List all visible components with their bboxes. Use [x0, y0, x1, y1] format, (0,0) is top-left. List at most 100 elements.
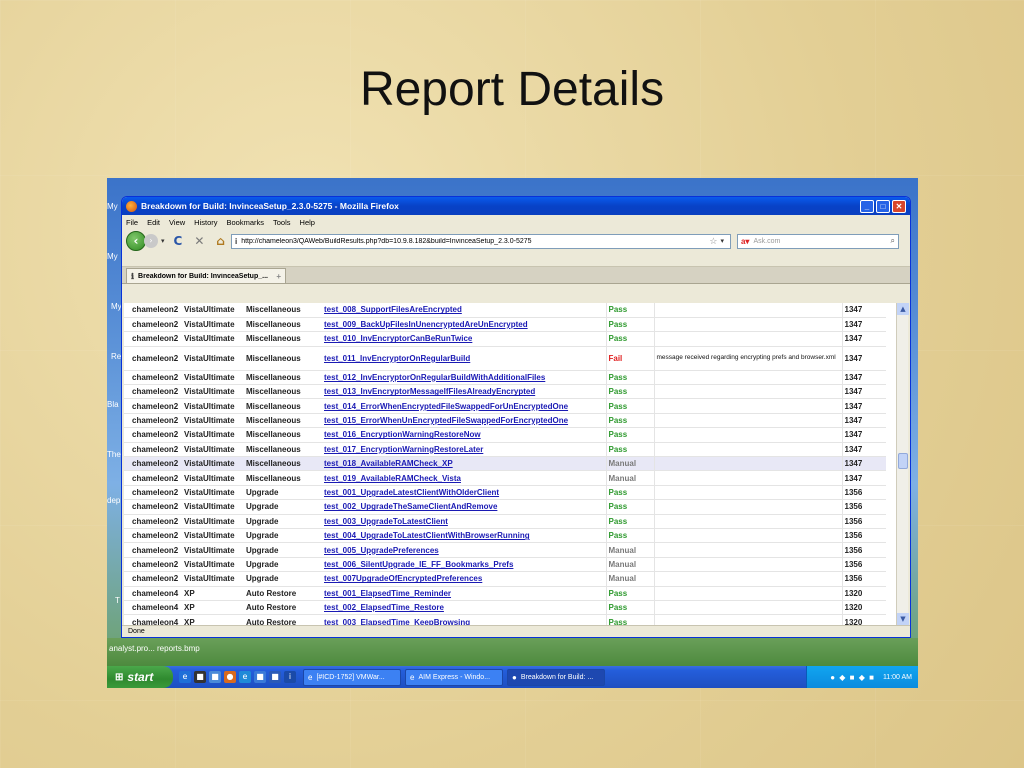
menu-bookmarks[interactable]: Bookmarks	[227, 218, 265, 227]
quick-launch-app-icon[interactable]: ■	[209, 671, 221, 683]
search-icon[interactable]: ⌕	[891, 236, 895, 246]
forward-icon[interactable]: ›	[144, 234, 158, 248]
test-link[interactable]: test_001_ElapsedTime_Reminder	[324, 589, 451, 598]
search-input[interactable]: a▾ Ask.com ⌕	[736, 233, 899, 249]
bookmark-star-icon[interactable]: ☆	[709, 236, 717, 247]
cell-host: chameleon2	[124, 303, 182, 318]
test-link[interactable]: test_012_InvEncryptorOnRegularBuildWithA…	[324, 373, 545, 382]
test-link[interactable]: test_002_ElapsedTime_Restore	[324, 603, 444, 612]
test-link[interactable]: test_017_EncryptionWarningRestoreLater	[324, 445, 483, 454]
tab-breakdown[interactable]: ℹ Breakdown for Build: InvinceaSetup_...…	[126, 268, 286, 283]
window-titlebar[interactable]: Breakdown for Build: InvinceaSetup_2.3.0…	[122, 197, 910, 215]
test-link[interactable]: test_003_ElapsedTime_KeepBrowsing	[324, 618, 470, 626]
menu-file[interactable]: File	[126, 218, 138, 227]
quick-launch-info-icon[interactable]: i	[284, 671, 296, 683]
cell-os: VistaUltimate	[182, 499, 244, 515]
menu-help[interactable]: Help	[300, 218, 315, 227]
task-button-firefox[interactable]: ● Breakdown for Build: ...	[507, 668, 605, 686]
cell-build: 1347	[841, 398, 886, 414]
test-link[interactable]: test_003_UpgradeToLatestClient	[324, 517, 448, 526]
url-dropdown-icon[interactable]: ▾	[720, 237, 724, 245]
quick-launch-ie-icon[interactable]: e	[179, 671, 191, 683]
minimize-button[interactable]: _	[860, 199, 874, 213]
tray-icons[interactable]: ● ◆ ■ ◆ ■	[830, 673, 875, 682]
new-tab-icon[interactable]: +	[276, 272, 281, 281]
maximize-button[interactable]: □	[876, 199, 890, 213]
desktop-icon-label: My	[107, 202, 118, 211]
site-info-icon[interactable]: i	[235, 237, 237, 246]
cell-build: 1320	[841, 600, 886, 616]
task-button-aim[interactable]: e AIM Express - Windo...	[405, 668, 503, 686]
test-link[interactable]: test_011_InvEncryptorOnRegularBuild	[324, 354, 470, 363]
start-button[interactable]: ⊞ start	[107, 666, 173, 688]
cell-os: VistaUltimate	[182, 370, 244, 386]
table-row: chameleon2 VistaUltimate Miscellaneous test…	[124, 346, 886, 371]
cell-host: chameleon2	[124, 571, 182, 587]
cell-test: test_009_BackUpFilesInUnencryptedAreUnEn…	[322, 317, 606, 333]
history-dropdown-icon[interactable]: ▾	[161, 237, 165, 245]
cell-host: chameleon2	[124, 542, 182, 558]
system-tray: ● ◆ ■ ◆ ■ 11:00 AM	[806, 666, 918, 688]
cell-result: Pass	[605, 413, 654, 429]
vertical-scrollbar[interactable]: ▲ ▼	[896, 303, 909, 625]
test-link[interactable]: test_005_UpgradePreferences	[324, 546, 439, 555]
firefox-icon: ●	[512, 672, 517, 682]
menu-tools[interactable]: Tools	[273, 218, 291, 227]
cell-os: VistaUltimate	[182, 398, 244, 414]
table-row: chameleon4 XP Auto Restore test_003_Elapsed…	[124, 614, 886, 626]
desktop-screenshot: My My My Re Bla The dep T analyst.pro...…	[107, 178, 918, 688]
menu-bar: File Edit View History Bookmarks Tools H…	[122, 215, 910, 229]
reload-icon[interactable]: C	[174, 234, 183, 248]
test-link[interactable]: test_018_AvailableRAMCheck_XP	[324, 459, 453, 468]
quick-launch-firefox-icon[interactable]: ●	[224, 671, 236, 683]
scroll-down-icon[interactable]: ▼	[897, 613, 909, 625]
cell-test: test_001_ElapsedTime_Reminder	[322, 586, 606, 601]
test-link[interactable]: test_019_AvailableRAMCheck_Vista	[324, 474, 461, 483]
test-link[interactable]: test_015_ErrorWhenUnEncryptedFileSwapped…	[324, 416, 568, 425]
test-link[interactable]: test_010_InvEncryptorCanBeRunTwice	[324, 334, 472, 343]
back-icon[interactable]: ‹	[126, 231, 146, 251]
quick-launch-app-icon[interactable]: ■	[269, 671, 281, 683]
test-link[interactable]: test_004_UpgradeToLatestClientWithBrowse…	[324, 531, 530, 540]
ask-engine-icon[interactable]: a▾	[741, 237, 749, 246]
cell-build: 1347	[841, 303, 886, 318]
cell-os: VistaUltimate	[182, 456, 244, 472]
page-info-icon: ℹ	[131, 271, 135, 281]
menu-history[interactable]: History	[194, 218, 217, 227]
cell-result: Pass	[605, 586, 654, 601]
test-link[interactable]: test_008_SupportFilesAreEncrypted	[324, 305, 462, 314]
menu-view[interactable]: View	[169, 218, 185, 227]
test-link[interactable]: test_016_EncryptionWarningRestoreNow	[324, 430, 481, 439]
cell-result: Pass	[605, 442, 654, 458]
test-link[interactable]: test_002_UpgradeTheSameClientAndRemove	[324, 502, 497, 511]
cell-test: test_001_UpgradeLatestClientWithOlderCli…	[322, 485, 606, 501]
quick-launch-app-icon[interactable]: ■	[194, 671, 206, 683]
menu-edit[interactable]: Edit	[147, 218, 160, 227]
close-button[interactable]: ✕	[892, 199, 906, 213]
task-button-vmware[interactable]: e [#ICD-1752] VMWar...	[303, 668, 401, 686]
home-icon[interactable]: ⌂	[216, 234, 225, 248]
scroll-up-icon[interactable]: ▲	[897, 303, 909, 315]
test-link[interactable]: test_006_SilentUpgrade_IE_FF_Bookmarks_P…	[324, 560, 513, 569]
cell-message	[653, 514, 842, 529]
cell-category: Miscellaneous	[244, 317, 322, 333]
cell-test: test_005_UpgradePreferences	[322, 542, 606, 558]
cell-os: VistaUltimate	[182, 413, 244, 429]
test-link[interactable]: test_014_ErrorWhenEncryptedFileSwappedFo…	[324, 402, 568, 411]
cell-category: Auto Restore	[244, 586, 322, 601]
test-link[interactable]: test_009_BackUpFilesInUnencryptedAreUnEn…	[324, 320, 528, 329]
stop-icon[interactable]: ✕	[194, 234, 204, 248]
scroll-thumb[interactable]	[898, 453, 908, 469]
test-link[interactable]: test_001_UpgradeLatestClientWithOlderCli…	[324, 488, 499, 497]
quick-launch-ie-icon[interactable]: e	[239, 671, 251, 683]
url-bar[interactable]: i http://chameleon3/QAWeb/BuildResults.p…	[230, 233, 731, 249]
cell-test: test_007UpgradeOfEncryptedPreferences	[322, 571, 606, 587]
cell-host: chameleon2	[124, 456, 182, 472]
desktop-file-label[interactable]: analyst.pro...	[109, 644, 155, 653]
cell-host: chameleon2	[124, 370, 182, 386]
quick-launch-app-icon[interactable]: ■	[254, 671, 266, 683]
desktop-file-label[interactable]: reports.bmp	[157, 644, 200, 653]
test-link[interactable]: test_013_InvEncryptorMessageIfFilesAlrea…	[324, 387, 535, 396]
cell-os: XP	[182, 586, 244, 601]
test-link[interactable]: test_007UpgradeOfEncryptedPreferences	[324, 574, 482, 583]
